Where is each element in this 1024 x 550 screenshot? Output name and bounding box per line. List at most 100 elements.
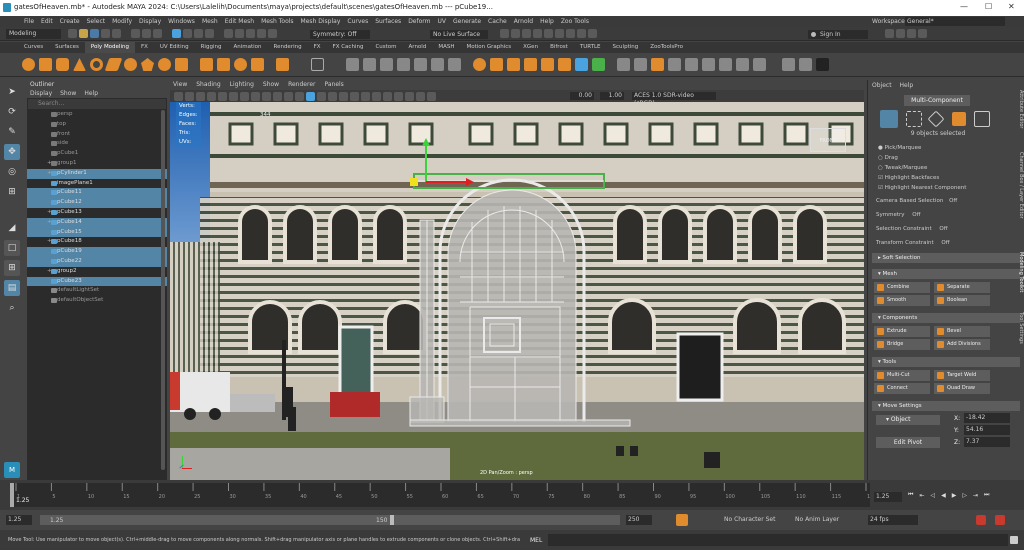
render-settings-icon[interactable]: [522, 29, 531, 38]
poly-cone-icon[interactable]: [73, 58, 86, 71]
range-bar[interactable]: 1.25 150: [40, 515, 620, 525]
poly-disc-icon[interactable]: [124, 58, 137, 71]
search-icon[interactable]: ⌕: [4, 300, 20, 316]
menu-edit[interactable]: Edit: [41, 18, 53, 25]
resolution-gate-icon[interactable]: [240, 92, 249, 101]
xray-components-icon[interactable]: [427, 92, 436, 101]
select-tool-icon[interactable]: ➤: [4, 84, 20, 100]
menu-arnold[interactable]: Arnold: [514, 18, 533, 25]
animation-prefs-icon[interactable]: [995, 515, 1005, 525]
outliner-layout-icon[interactable]: ▤: [4, 280, 20, 296]
circularize-icon[interactable]: [448, 58, 461, 71]
multi-cut-icon[interactable]: [507, 58, 520, 71]
script-language-toggle[interactable]: MEL: [530, 537, 542, 544]
vertex-mode-icon[interactable]: [172, 29, 181, 38]
target-weld-button[interactable]: Target Weld: [934, 370, 990, 381]
snap-curve-icon[interactable]: [235, 29, 244, 38]
super-shape-icon[interactable]: [175, 58, 188, 71]
xray-joints-icon[interactable]: [416, 92, 425, 101]
bookmark-icon[interactable]: [196, 92, 205, 101]
smooth-icon[interactable]: [234, 58, 247, 71]
side-tab-attribute-editor[interactable]: Attribute Editor: [1014, 90, 1024, 160]
menu-mesh-display[interactable]: Mesh Display: [301, 18, 341, 25]
save-scene-icon[interactable]: [90, 29, 99, 38]
shelf-tab-bifrost[interactable]: Bifrost: [544, 42, 574, 53]
outliner-item[interactable]: persp: [27, 110, 167, 120]
open-scene-icon[interactable]: [79, 29, 88, 38]
last-tool-icon[interactable]: ◢: [4, 220, 20, 236]
outliner-item[interactable]: + pCylinder1: [27, 168, 167, 179]
exposure-field[interactable]: 0.00: [570, 92, 594, 100]
depth-of-field-icon[interactable]: [383, 92, 392, 101]
rotate-tool-icon[interactable]: ◎: [4, 164, 20, 180]
sign-in-button[interactable]: Sign In: [808, 30, 868, 39]
select-object-icon[interactable]: [142, 29, 151, 38]
bevel-button[interactable]: Bevel: [934, 326, 990, 337]
shelf-tab-uv-editing[interactable]: UV Editing: [154, 42, 195, 53]
tool-settings-toggle-icon[interactable]: [907, 29, 916, 38]
outliner-item[interactable]: + group2: [27, 267, 167, 277]
viewport-menu-show[interactable]: Show: [263, 80, 279, 90]
step-back-frame-icon[interactable]: ◁: [930, 492, 935, 499]
boolean-icon[interactable]: [251, 58, 264, 71]
sidebar-toggle-icon[interactable]: [588, 29, 597, 38]
shelf-tab-fx-2[interactable]: FX: [308, 42, 327, 53]
render-view-icon[interactable]: [544, 29, 553, 38]
zoo-icon[interactable]: [816, 58, 829, 71]
go-to-start-icon[interactable]: ⏮: [908, 491, 913, 499]
outliner-item[interactable]: + pCube13: [27, 208, 167, 218]
poly-sphere-icon[interactable]: [22, 58, 35, 71]
shelf-tab-fx[interactable]: FX: [135, 42, 154, 53]
shelf-tab-custom[interactable]: Custom: [369, 42, 402, 53]
extrude-icon[interactable]: [380, 58, 393, 71]
viewport-menu-lighting[interactable]: Lighting: [230, 80, 254, 90]
unfold-icon[interactable]: [702, 58, 715, 71]
y-field[interactable]: 54.16: [964, 425, 1010, 435]
shelf-tab-arnold[interactable]: Arnold: [403, 42, 433, 53]
uv-shell-icon[interactable]: [753, 58, 766, 71]
menu-select[interactable]: Select: [87, 18, 106, 25]
scale-tool-icon[interactable]: ⊞: [4, 184, 20, 200]
tools-section[interactable]: ▾ Tools: [872, 357, 1020, 367]
menu-deform[interactable]: Deform: [408, 18, 430, 25]
motion-blur-icon[interactable]: [361, 92, 370, 101]
arnold-render-icon[interactable]: [577, 29, 586, 38]
playback-range-lock-icon[interactable]: [676, 514, 688, 526]
command-input[interactable]: [548, 534, 1008, 546]
separate-icon[interactable]: [217, 58, 230, 71]
channel-box-toggle-icon[interactable]: [918, 29, 927, 38]
maximize-button[interactable]: ☐: [985, 2, 992, 11]
outliner-item[interactable]: + pCube18: [27, 237, 167, 247]
side-tab-tool-settings[interactable]: Tool Settings: [1014, 312, 1024, 372]
x-field[interactable]: -18.42: [964, 413, 1010, 423]
toolkit-menu-object[interactable]: Object: [872, 82, 892, 89]
workspace-dropdown[interactable]: General*: [905, 17, 1005, 26]
auto-map-icon[interactable]: [685, 58, 698, 71]
pick-marquee-radio[interactable]: ● Pick/Marquee: [868, 143, 1024, 153]
snap-live-icon[interactable]: [268, 29, 277, 38]
snap-view-icon[interactable]: [257, 29, 266, 38]
snap-grid-icon[interactable]: [224, 29, 233, 38]
animation-end-field[interactable]: 250: [626, 515, 652, 525]
multi-cut-button[interactable]: Multi-Cut: [874, 370, 930, 381]
colorspace-dropdown[interactable]: ACES 1.0 SDR-video (sRGB): [632, 92, 716, 107]
layout-uv-icon[interactable]: [719, 58, 732, 71]
field-chart-icon[interactable]: [262, 92, 271, 101]
connect-button[interactable]: Connect: [874, 383, 930, 394]
sculpt-icon[interactable]: [782, 58, 795, 71]
outliner-item[interactable]: top: [27, 120, 167, 130]
wireframe-on-shaded-icon[interactable]: [306, 92, 315, 101]
menu-cache[interactable]: Cache: [488, 18, 507, 25]
lasso-tool-icon[interactable]: ⟳: [4, 104, 20, 120]
outliner-menu-display[interactable]: Display: [30, 89, 52, 98]
outliner-item[interactable]: pCube23: [27, 276, 167, 287]
undo-icon[interactable]: [101, 29, 110, 38]
outliner-menu-help[interactable]: Help: [84, 89, 98, 98]
menu-display[interactable]: Display: [139, 18, 161, 25]
components-section[interactable]: ▾ Components: [872, 313, 1020, 323]
symmetry-dropdown[interactable]: Symmetry: Off: [310, 30, 370, 39]
target-weld-icon[interactable]: [541, 58, 554, 71]
selection-constraint-row[interactable]: Selection Constraint Off: [868, 224, 1024, 234]
attribute-editor-toggle-icon[interactable]: [896, 29, 905, 38]
snap-point-icon[interactable]: [246, 29, 255, 38]
